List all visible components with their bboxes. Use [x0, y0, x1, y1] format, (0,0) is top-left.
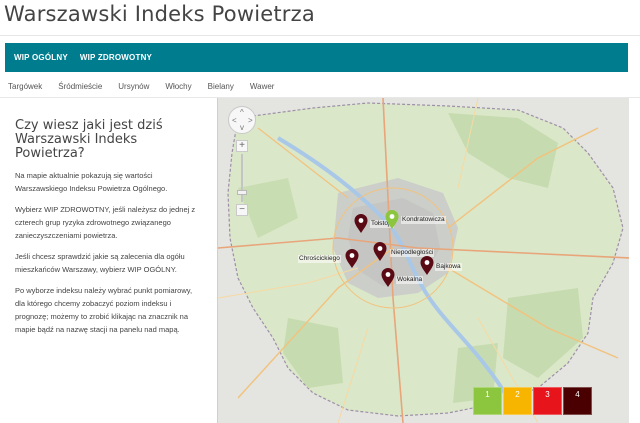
nav-wip-zdrowotny[interactable]: WIP ZDROWOTNY	[74, 43, 158, 72]
info-paragraph: Wybierz WIP ZDROWOTNY, jeśli należysz do…	[15, 205, 196, 240]
district-bar: Targówek Śródmieście Ursynów Włochy Biel…	[5, 80, 290, 94]
zoom-in-button[interactable]: +	[236, 140, 248, 152]
station-label[interactable]: Kondratowicza	[401, 216, 446, 224]
site-title: Warszawski Indeks Powietrza	[4, 2, 315, 26]
district-wawer[interactable]: Wawer	[250, 80, 275, 94]
station-marker-niepodleglosci[interactable]	[373, 242, 387, 262]
zoom-thumb[interactable]	[237, 190, 247, 195]
station-marker-wokalna[interactable]	[381, 268, 395, 288]
index-navbar: WIP OGÓLNY WIP ZDROWOTNY	[5, 43, 628, 72]
pan-right-icon[interactable]: >	[248, 117, 253, 125]
legend-level-4: 4	[563, 387, 592, 415]
district-srodmiescie[interactable]: Śródmieście	[58, 80, 102, 94]
station-marker-kondratowicza[interactable]	[385, 210, 399, 230]
info-heading: Czy wiesz jaki jest dziś Warszawski Inde…	[15, 118, 163, 161]
legend-level-3: 3	[533, 387, 562, 415]
index-legend: 1 2 3 4	[473, 387, 593, 415]
station-label[interactable]: Chrościckiego	[298, 255, 341, 263]
info-paragraph: Na mapie aktualnie pokazują się wartości…	[15, 171, 168, 193]
air-quality-map[interactable]: ^ v < > + − Tołstoja Kondratowicza Niepo…	[217, 98, 629, 423]
legend-level-1: 1	[473, 387, 502, 415]
station-label[interactable]: Wokalna	[396, 276, 424, 284]
title-divider	[0, 35, 640, 36]
info-paragraph: Po wyborze indeksu należy wybrać punkt p…	[15, 286, 193, 334]
info-panel: Czy wiesz jaki jest dziś Warszawski Inde…	[15, 119, 203, 344]
pan-left-icon[interactable]: <	[232, 117, 237, 125]
district-targowek[interactable]: Targówek	[8, 80, 42, 94]
pan-control[interactable]: ^ v < >	[228, 106, 256, 134]
info-paragraph: Jeśli chcesz sprawdzić jakie są zaleceni…	[15, 252, 185, 274]
district-wlochy[interactable]: Włochy	[165, 80, 191, 94]
legend-level-2: 2	[503, 387, 532, 415]
district-ursynow[interactable]: Ursynów	[118, 80, 149, 94]
nav-wip-ogolny[interactable]: WIP OGÓLNY	[8, 43, 74, 72]
district-bielany[interactable]: Bielany	[208, 80, 234, 94]
pan-down-icon[interactable]: v	[240, 124, 244, 132]
zoom-slider[interactable]: + −	[236, 140, 248, 218]
station-label[interactable]: Bajkowa	[435, 263, 462, 271]
station-marker-bajkowa[interactable]	[420, 256, 434, 276]
station-marker-tolstoja[interactable]	[354, 214, 368, 234]
station-marker-chroscickiego[interactable]	[345, 249, 359, 269]
zoom-out-button[interactable]: −	[236, 204, 248, 216]
pan-up-icon[interactable]: ^	[240, 109, 244, 117]
